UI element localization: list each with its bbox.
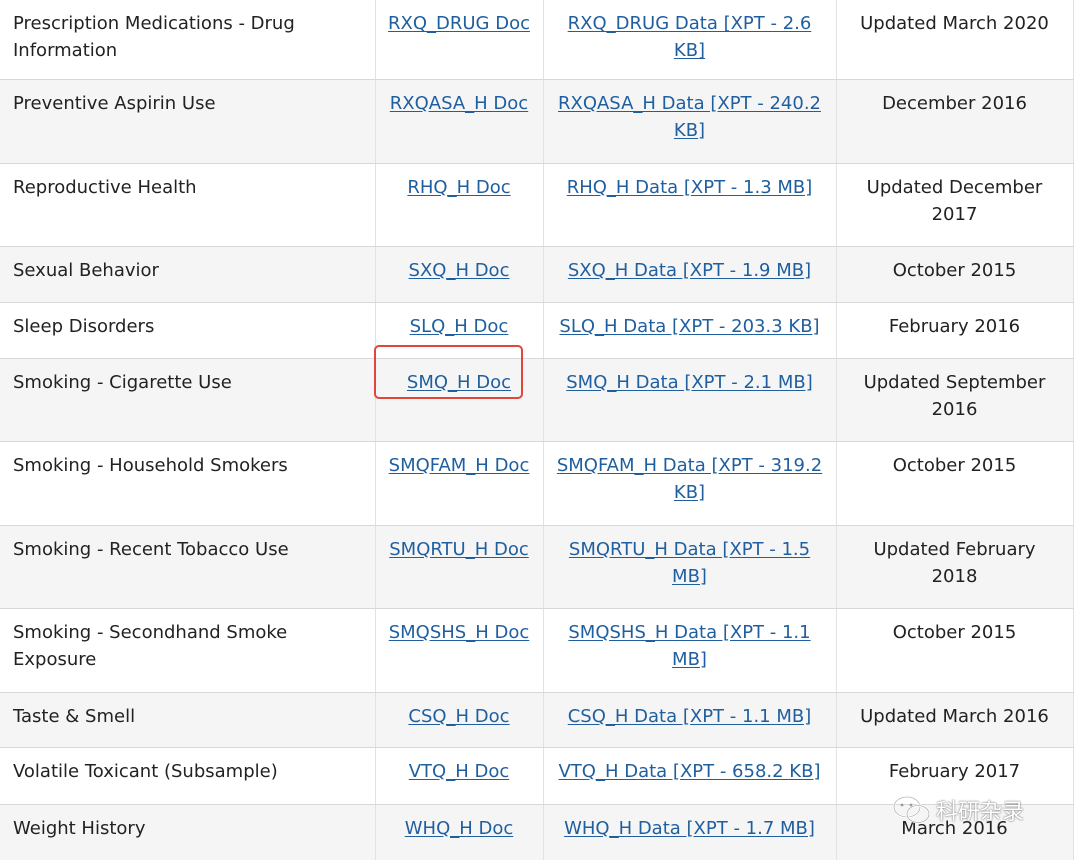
date-published: Updated March 2020	[835, 0, 1074, 80]
doc-link[interactable]: SMQFAM_H Doc	[389, 455, 530, 476]
date-published: Updated September 2016	[835, 358, 1074, 442]
date-published: Updated March 2016	[835, 692, 1074, 748]
table-row: Sleep Disorders SLQ_H Doc SLQ_H Data [XP…	[0, 302, 1074, 359]
date-published: February 2017	[835, 747, 1074, 805]
table-row: Preventive Aspirin Use RXQASA_H Doc RXQA…	[0, 79, 1074, 164]
data-link[interactable]: RHQ_H Data [XPT - 1.3 MB]	[567, 177, 813, 198]
date-published: December 2016	[835, 79, 1074, 164]
data-file-name: Smoking - Cigarette Use	[0, 358, 376, 442]
data-file-name: Taste & Smell	[0, 692, 376, 748]
data-file-name: Volatile Toxicant (Subsample)	[0, 747, 376, 805]
data-file-name: Reproductive Health	[0, 163, 376, 247]
doc-link[interactable]: RXQ_DRUG Doc	[388, 13, 530, 34]
data-link[interactable]: SXQ_H Data [XPT - 1.9 MB]	[568, 260, 811, 281]
date-published: Updated December 2017	[835, 163, 1074, 247]
date-published: February 2016	[835, 302, 1074, 359]
table-row: Prescription Medications - Drug Informat…	[0, 0, 1074, 80]
doc-link[interactable]: SLQ_H Doc	[410, 316, 509, 337]
highlighted-doc-link-wrapper: SMQ_H Doc	[373, 344, 523, 399]
data-link[interactable]: WHQ_H Data [XPT - 1.7 MB]	[564, 818, 815, 839]
doc-link[interactable]: RXQASA_H Doc	[390, 93, 528, 114]
table-row: Reproductive Health RHQ_H Doc RHQ_H Data…	[0, 163, 1074, 247]
data-file-name: Sexual Behavior	[0, 246, 376, 303]
doc-link[interactable]: SMQ_H Doc	[407, 372, 511, 393]
data-file-name: Smoking - Recent Tobacco Use	[0, 525, 376, 609]
data-file-name: Sleep Disorders	[0, 302, 376, 359]
date-published: October 2015	[835, 441, 1074, 526]
table-row: Smoking - Secondhand Smoke Exposure SMQS…	[0, 608, 1074, 693]
data-file-name: Smoking - Secondhand Smoke Exposure	[0, 608, 376, 693]
data-link[interactable]: RXQ_DRUG Data [XPT - 2.6 KB]	[568, 13, 812, 61]
table-row: Smoking - Household Smokers SMQFAM_H Doc…	[0, 441, 1074, 526]
table-row: Taste & Smell CSQ_H Doc CSQ_H Data [XPT …	[0, 692, 1074, 748]
doc-link[interactable]: WHQ_H Doc	[405, 818, 514, 839]
date-published: Updated February 2018	[835, 525, 1074, 609]
doc-link[interactable]: SXQ_H Doc	[409, 260, 510, 281]
data-link[interactable]: SMQRTU_H Data [XPT - 1.5 MB]	[569, 539, 810, 587]
table-row: Weight History WHQ_H Doc WHQ_H Data [XPT…	[0, 804, 1074, 860]
table-row: Sexual Behavior SXQ_H Doc SXQ_H Data [XP…	[0, 246, 1074, 303]
table-row: Smoking - Cigarette Use SMQ_H Doc SMQ_H …	[0, 344, 1074, 442]
data-file-name: Weight History	[0, 804, 376, 860]
date-published: October 2015	[835, 246, 1074, 303]
data-file-name: Prescription Medications - Drug Informat…	[0, 0, 376, 80]
data-file-name: Smoking - Household Smokers	[0, 441, 376, 526]
table-row: Volatile Toxicant (Subsample) VTQ_H Doc …	[0, 747, 1074, 805]
data-link[interactable]: CSQ_H Data [XPT - 1.1 MB]	[568, 706, 812, 727]
date-published: October 2015	[835, 608, 1074, 693]
data-link[interactable]: RXQASA_H Data [XPT - 240.2 KB]	[558, 93, 821, 141]
doc-link[interactable]: RHQ_H Doc	[407, 177, 510, 198]
doc-link[interactable]: SMQSHS_H Doc	[389, 622, 530, 643]
page: Prescription Medications - Drug Informat…	[0, 0, 1080, 860]
doc-link[interactable]: CSQ_H Doc	[408, 706, 509, 727]
questionnaire-data-table: Prescription Medications - Drug Informat…	[0, 0, 1074, 860]
date-published: March 2016	[835, 804, 1074, 860]
data-link[interactable]: VTQ_H Data [XPT - 658.2 KB]	[558, 761, 820, 782]
data-file-name: Preventive Aspirin Use	[0, 79, 376, 164]
data-link[interactable]: SLQ_H Data [XPT - 203.3 KB]	[559, 316, 819, 337]
doc-link[interactable]: SMQRTU_H Doc	[389, 539, 529, 560]
table-row: Smoking - Recent Tobacco Use SMQRTU_H Do…	[0, 525, 1074, 609]
doc-link[interactable]: VTQ_H Doc	[409, 761, 510, 782]
data-link[interactable]: SMQFAM_H Data [XPT - 319.2 KB]	[557, 455, 822, 503]
data-link[interactable]: SMQ_H Data [XPT - 2.1 MB]	[566, 372, 812, 393]
data-link[interactable]: SMQSHS_H Data [XPT - 1.1 MB]	[568, 622, 810, 670]
